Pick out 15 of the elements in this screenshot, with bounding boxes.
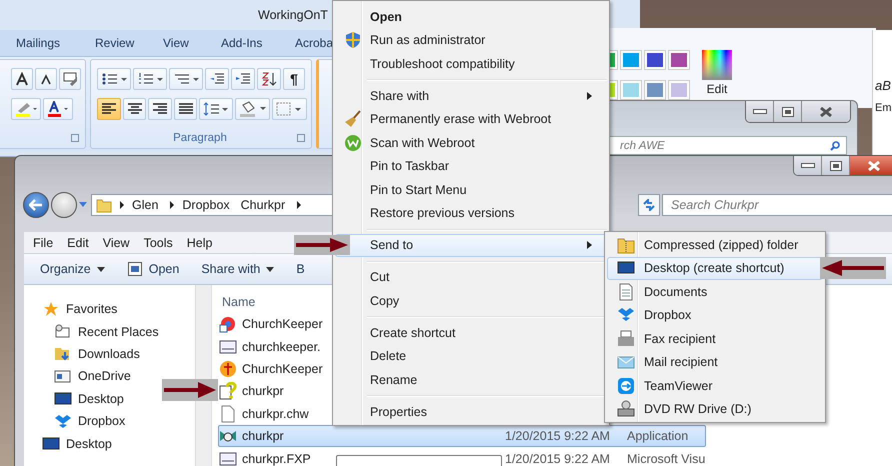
file-type: Microsoft Visu <box>627 452 706 466</box>
style-preview-text: aB <box>875 78 891 93</box>
window-title: WorkingOnT <box>258 8 328 22</box>
date-modified: 1/20/2015 9:22 AM <box>505 452 610 466</box>
style-name: Em <box>875 102 892 114</box>
file-name: ChurchKeeper <box>242 317 323 332</box>
file-name: churkpr.chw <box>242 406 309 421</box>
file-name: ChurchKeeper <box>242 362 323 376</box>
file-type: Application <box>627 429 688 444</box>
group-label: Paragraph <box>172 132 228 144</box>
file-name: churkpr <box>242 384 284 398</box>
date-modified: 1/20/2015 9:22 AM <box>505 429 610 444</box>
file-name: churkpr <box>242 429 284 444</box>
file-name: churchkeeper. <box>242 340 321 354</box>
file-name: churkpr.FXP <box>242 452 311 466</box>
